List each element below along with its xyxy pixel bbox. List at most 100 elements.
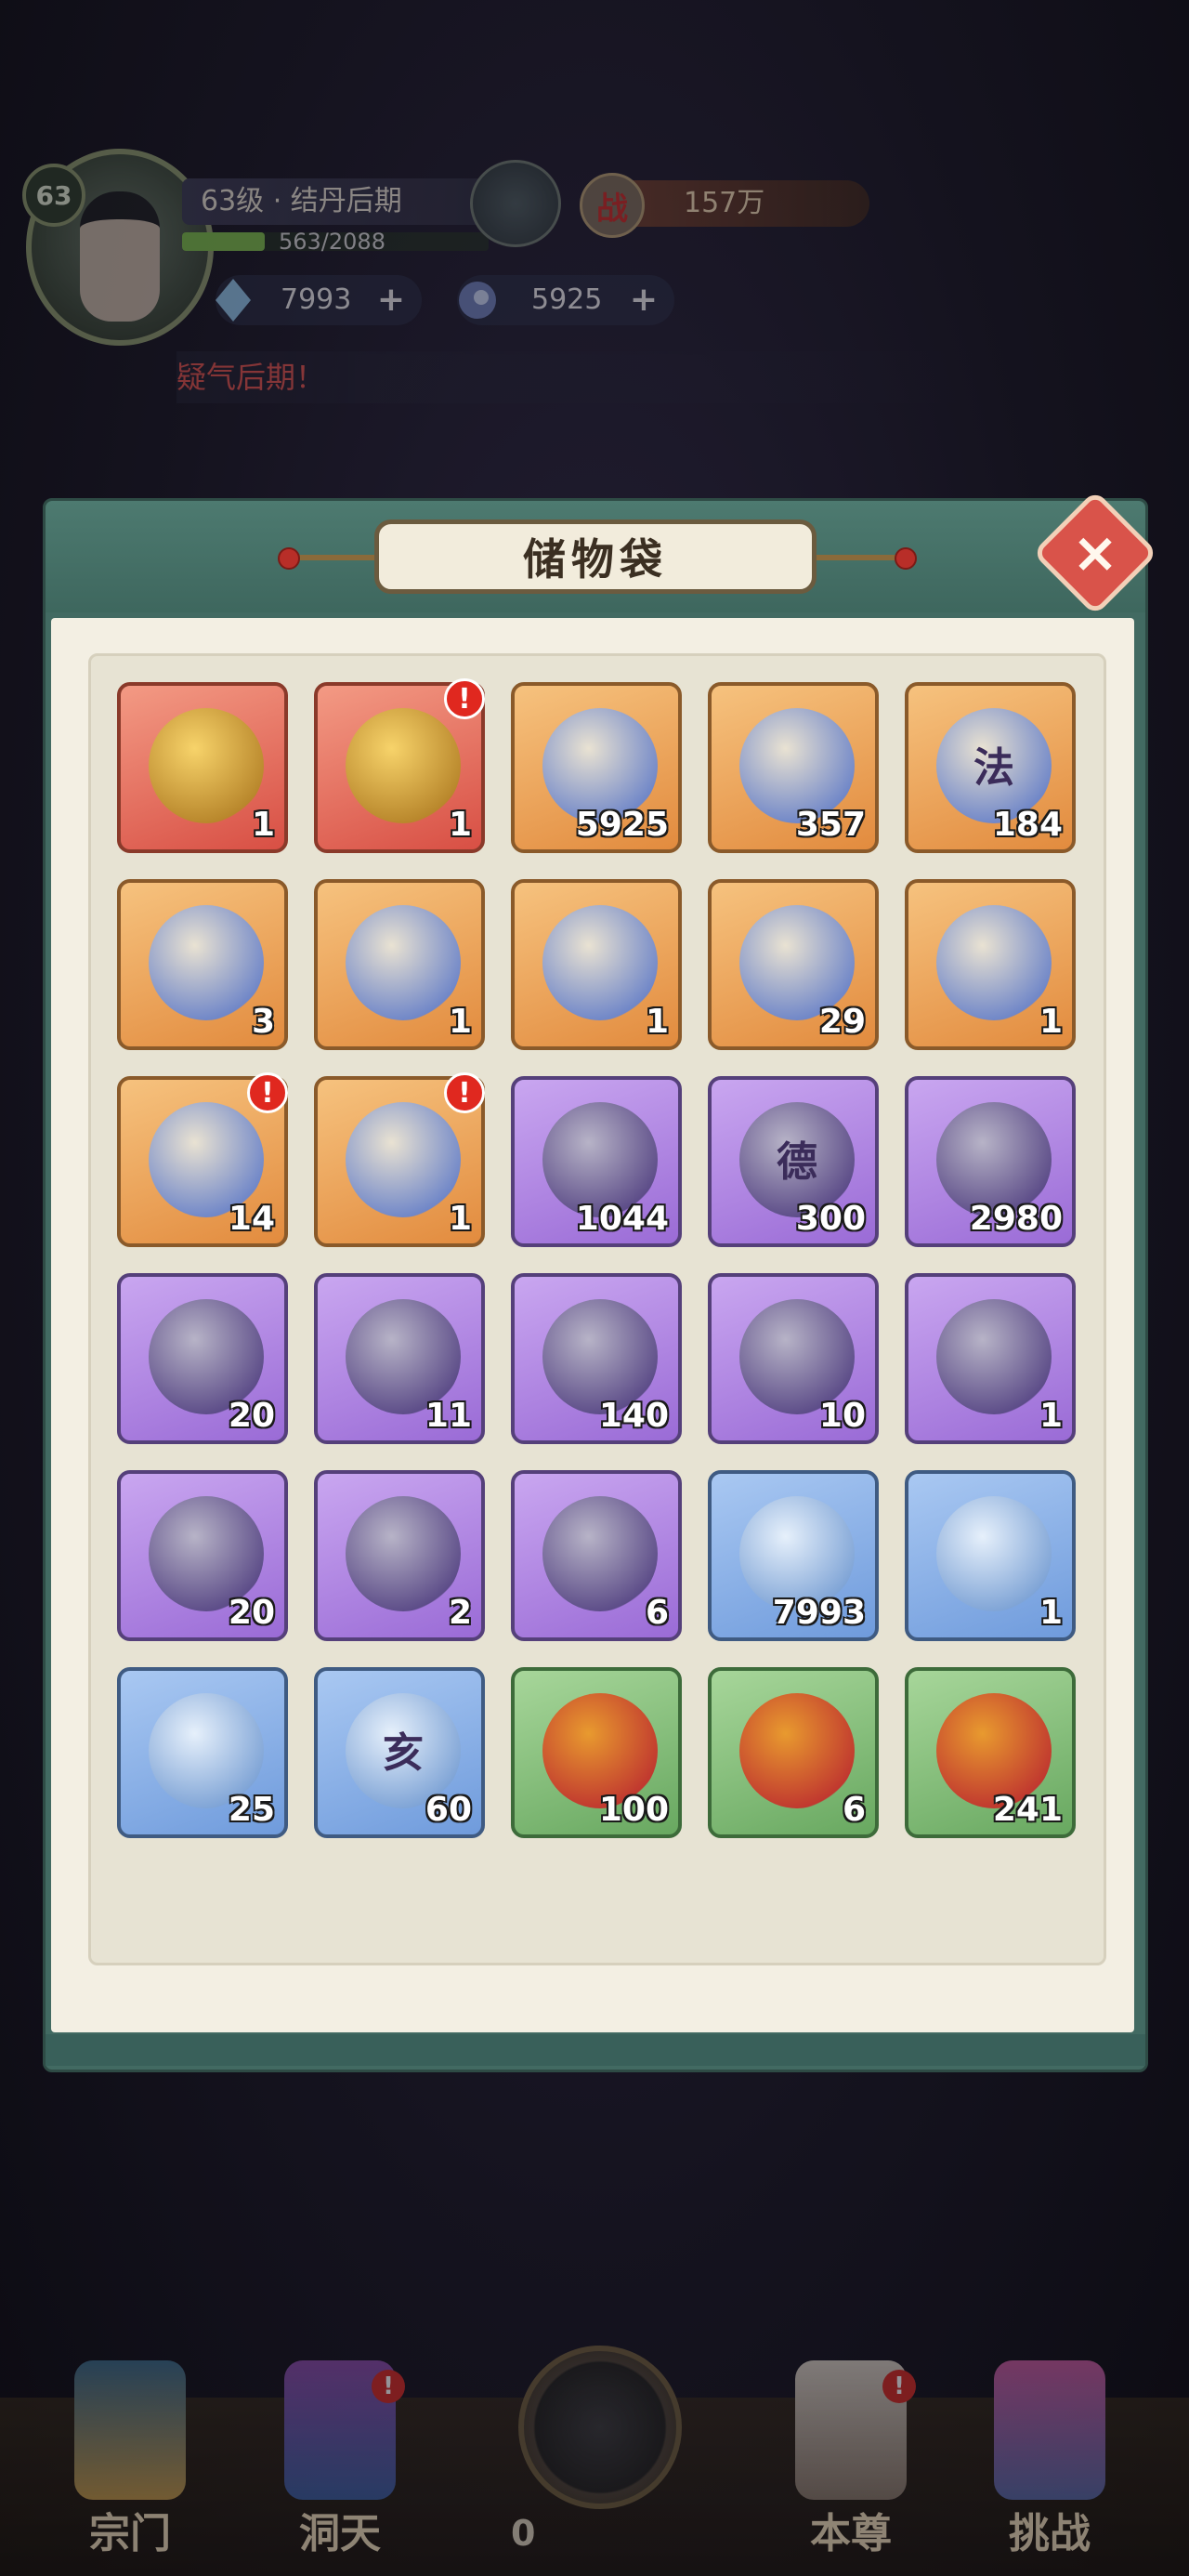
item-slot-golden-dragon-orb[interactable]: 6 xyxy=(708,1667,879,1838)
combat-power-icon: 战 xyxy=(580,173,645,238)
item-quantity: 6 xyxy=(842,1791,866,1829)
exp-text: 563/2088 xyxy=(279,229,385,255)
swirl-orb-icon xyxy=(459,282,496,319)
item-alert-badge: ! xyxy=(444,678,485,719)
item-quantity: 60 xyxy=(425,1791,472,1829)
item-slot-golden-treasure-bag[interactable]: 1 xyxy=(117,682,288,853)
item-slot-qi-scroll-paper[interactable]: 亥 60 xyxy=(314,1667,485,1838)
item-quantity: 6 xyxy=(645,1594,669,1632)
item-quantity: 11 xyxy=(425,1397,472,1435)
item-quantity: 1 xyxy=(448,1200,472,1238)
item-quantity: 357 xyxy=(795,806,866,844)
nav-self-alert-badge: ! xyxy=(882,2370,916,2403)
rope-knot-decoration xyxy=(895,547,917,570)
item-slot-jade-vase-sprig[interactable]: 10 xyxy=(708,1273,879,1444)
close-icon: × xyxy=(1071,520,1119,585)
item-alert-badge: ! xyxy=(444,1072,485,1113)
item-slot-red-fruit-gourd[interactable]: 100 xyxy=(511,1667,682,1838)
notice-banner: 疑气后期！ xyxy=(176,351,975,403)
item-slot-grey-ore-stone[interactable]: 1044 xyxy=(511,1076,682,1247)
level-badge: 63 xyxy=(22,164,85,227)
item-grid: 1 1! 5925 357 法 184 3 1 1 29 1 14! 1! 1044 德 300 2980 20 1… xyxy=(88,653,1106,1965)
item-slot-fa-talisman-token[interactable]: 法 184 xyxy=(905,682,1076,853)
item-slot-de-coin-medal[interactable]: 德 300 xyxy=(708,1076,879,1247)
nav-cave[interactable]: ! 洞天 xyxy=(247,2342,433,2576)
item-slot-brown-manual-book[interactable]: 1! xyxy=(314,1072,485,1247)
item-slot-lucky-golden-pouch[interactable]: 14! xyxy=(117,1072,288,1247)
item-quantity: 10 xyxy=(818,1397,866,1435)
sword-banner-icon xyxy=(994,2360,1105,2500)
item-quantity: 2980 xyxy=(969,1200,1063,1238)
disc-icon xyxy=(518,2346,682,2509)
item-slot-ice-crystal-cluster[interactable]: 25 xyxy=(117,1667,288,1838)
item-slot-ice-feather-blade[interactable]: 2 xyxy=(314,1470,485,1641)
cauldron-icon[interactable] xyxy=(470,160,561,247)
diamond-icon xyxy=(216,279,251,322)
golden-seal-card-icon xyxy=(936,1299,1052,1414)
crystal-ball-stand-icon xyxy=(936,905,1052,1020)
add-gems-button[interactable]: + xyxy=(377,275,405,325)
red-manual-book-icon xyxy=(346,708,461,823)
item-slot-purple-rune-orb[interactable]: 2980 xyxy=(905,1076,1076,1247)
add-spirit-stones-button[interactable]: + xyxy=(630,275,658,325)
item-slot-spirit-map-scroll[interactable]: 29 xyxy=(708,879,879,1050)
item-quantity: 7993 xyxy=(772,1594,866,1632)
top-hud: 63 63级 · 结丹后期 563/2088 157万 战 7993 + 592… xyxy=(0,0,1189,437)
brown-manual-book-icon xyxy=(346,1102,461,1217)
nav-center-button[interactable]: 0 xyxy=(511,2342,682,2554)
nav-sect[interactable]: 宗门 xyxy=(37,2342,223,2576)
item-quantity: 14 xyxy=(228,1200,275,1238)
item-slot-blue-diamond-gem[interactable]: 7993 xyxy=(708,1470,879,1641)
item-quantity: 3 xyxy=(251,1003,275,1041)
realm-label: 63级 · 结丹后期 xyxy=(182,178,489,225)
item-slot-dark-ring[interactable]: 11 xyxy=(314,1273,485,1444)
item-slot-green-herb-leaf[interactable]: 241 xyxy=(905,1667,1076,1838)
nav-center-count: 0 xyxy=(511,2513,536,2554)
item-quantity: 2 xyxy=(448,1594,472,1632)
item-quantity: 5925 xyxy=(575,806,669,844)
item-slot-white-claw-ornament[interactable]: 357 xyxy=(708,682,879,853)
nav-challenge[interactable]: 挑战 xyxy=(957,2342,1143,2576)
amber-flame-crystal-icon xyxy=(542,1496,658,1611)
item-quantity: 25 xyxy=(228,1791,275,1829)
item-slot-green-scroll-cards[interactable]: 1 xyxy=(511,879,682,1050)
item-quantity: 1 xyxy=(1039,1003,1063,1041)
spirit-stone-count: 5925 xyxy=(531,283,603,316)
item-slot-golden-seal-card[interactable]: 1 xyxy=(905,1273,1076,1444)
avatar-face xyxy=(80,191,160,322)
nav-cave-alert-badge: ! xyxy=(372,2370,405,2403)
item-glyph: 法 xyxy=(973,744,1014,792)
item-quantity: 1044 xyxy=(575,1200,669,1238)
jade-lion-statue-icon xyxy=(149,905,264,1020)
wind-swirl-orb-icon xyxy=(936,1496,1052,1611)
item-slot-wind-swirl-orb[interactable]: 1 xyxy=(905,1470,1076,1641)
nav-self[interactable]: ! 本尊 xyxy=(758,2342,944,2576)
gem-count: 7993 xyxy=(281,283,352,316)
item-quantity: 29 xyxy=(818,1003,866,1041)
item-quantity: 300 xyxy=(795,1200,866,1238)
storage-bag-panel: 储物袋 × 1 1! 5925 357 法 184 3 1 1 29 1 14! 1! 1044 德 300 2… xyxy=(43,490,1158,2072)
item-slot-golden-bangle[interactable]: 1 xyxy=(314,879,485,1050)
item-slot-blue-swirl-orb[interactable]: 5925 xyxy=(511,682,682,853)
item-slot-amber-flame-crystal[interactable]: 6 xyxy=(511,1470,682,1641)
item-alert-badge: ! xyxy=(247,1072,288,1113)
item-slot-red-manual-book[interactable]: 1! xyxy=(314,678,485,853)
item-slot-crystal-ball-stand[interactable]: 1 xyxy=(905,879,1076,1050)
item-slot-spirit-flame[interactable]: 140 xyxy=(511,1273,682,1444)
nav-self-label: 本尊 xyxy=(810,2510,892,2557)
item-slot-jade-lion-statue[interactable]: 3 xyxy=(117,879,288,1050)
item-quantity: 1 xyxy=(1039,1397,1063,1435)
item-glyph: 亥 xyxy=(383,1729,424,1777)
ice-feather-blade-icon xyxy=(346,1496,461,1611)
item-slot-rose-pearl-flower[interactable]: 20 xyxy=(117,1470,288,1641)
nav-cave-label: 洞天 xyxy=(299,2510,381,2557)
item-slot-yellow-crystal-shard[interactable]: 20 xyxy=(117,1273,288,1444)
gem-counter: 7993 + xyxy=(216,275,422,325)
spirit-stone-counter: 5925 + xyxy=(457,275,674,325)
pagoda-icon xyxy=(74,2360,186,2500)
item-quantity: 241 xyxy=(992,1791,1063,1829)
item-quantity: 1 xyxy=(251,806,275,844)
item-quantity: 184 xyxy=(992,806,1063,844)
item-quantity: 100 xyxy=(598,1791,669,1829)
combat-power: 157万 xyxy=(628,180,869,227)
